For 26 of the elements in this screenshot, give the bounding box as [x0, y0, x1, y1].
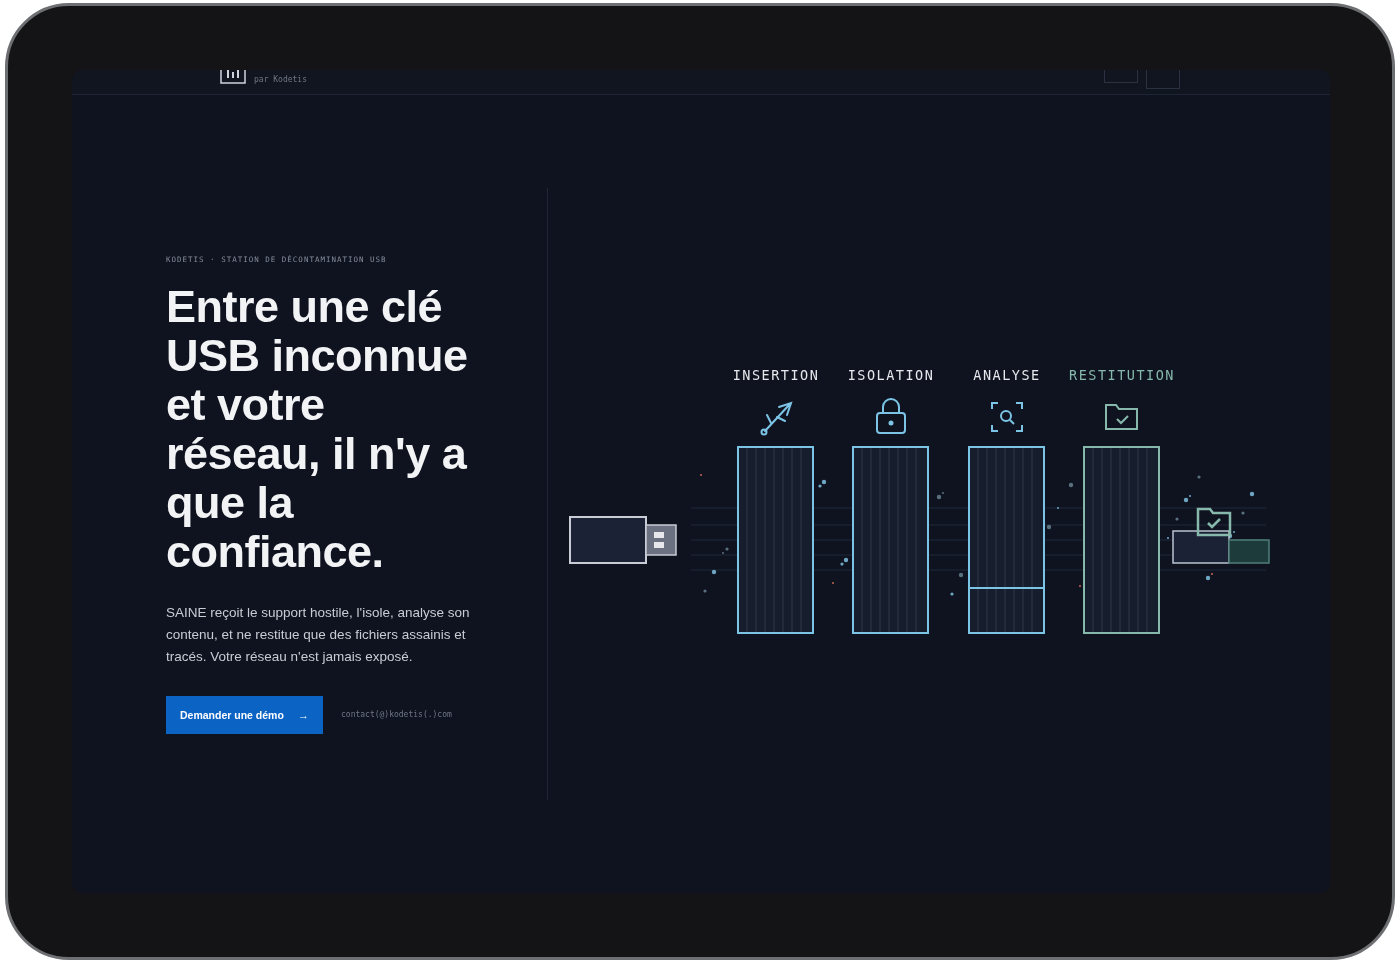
particle	[703, 589, 707, 593]
stage-label: RESTITUTION	[1069, 367, 1175, 383]
demo-button[interactable]: Demander une démo →	[166, 695, 323, 734]
hero-title: Entre une clé USB inconnue et votre réseau, il n'y a que la confiance.	[166, 281, 469, 576]
particle	[711, 569, 717, 575]
icon-button[interactable]	[1146, 70, 1180, 89]
scan-search-icon	[991, 402, 1023, 432]
particle	[1249, 491, 1255, 497]
particle	[1175, 517, 1179, 521]
folder-check-icon	[1105, 404, 1138, 430]
particle	[1046, 524, 1052, 530]
brand-byline: par Kodetis	[254, 76, 307, 84]
particle	[1197, 475, 1201, 479]
language-button[interactable]	[1104, 70, 1138, 83]
lock-icon	[876, 398, 906, 434]
particle	[950, 592, 954, 596]
stage-label: ANALYSE	[973, 367, 1041, 383]
logo-icon	[220, 70, 246, 84]
stage-label: ISOLATION	[847, 367, 935, 383]
particle	[958, 572, 964, 578]
contact-email: contact(@)kodetis(.)com	[341, 710, 452, 719]
hero-description: SAINE reçoit le support hostile, l'isole, analyse son contenu, et ne restitue que des fichiers assainis et tracés. Votre réseau n'est jamais exposé.	[166, 603, 471, 666]
particle	[1068, 482, 1074, 488]
particle	[1241, 511, 1245, 515]
stage-label: INSERTION	[732, 367, 820, 383]
usb-icon	[760, 401, 793, 436]
